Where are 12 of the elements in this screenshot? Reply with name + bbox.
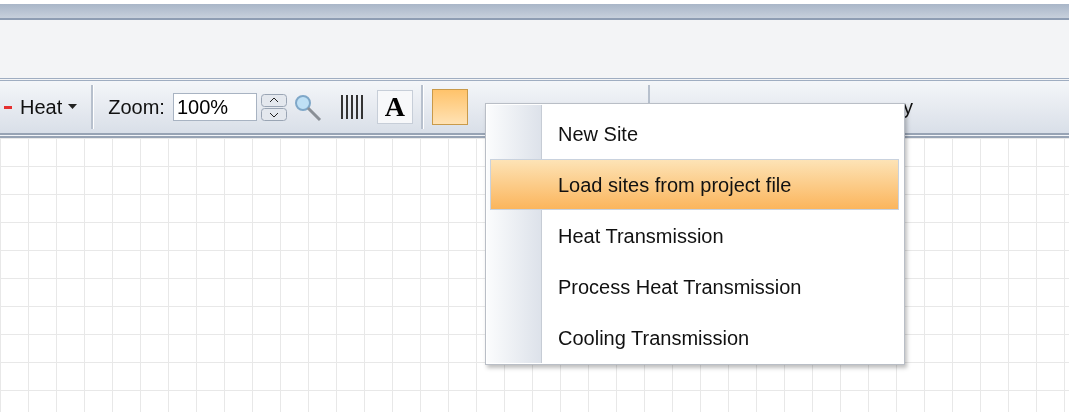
zoom-label: Zoom: <box>108 95 165 119</box>
menu-item[interactable]: Cooling Transmission <box>490 312 899 363</box>
font-button[interactable]: A <box>376 90 413 124</box>
caret-icon <box>68 104 78 110</box>
line-swatch-icon <box>4 105 12 109</box>
menu-item[interactable]: Heat Transmission <box>490 210 899 261</box>
zoom-field[interactable]: 100% <box>172 93 257 121</box>
heat-dropdown[interactable]: Heat <box>12 95 84 119</box>
menu-item[interactable]: Load sites from project file <box>490 159 899 210</box>
zoom-spinner[interactable] <box>260 93 287 121</box>
menu-item[interactable]: Process Heat Transmission <box>490 261 899 312</box>
menu-item[interactable]: New Site <box>490 108 899 159</box>
